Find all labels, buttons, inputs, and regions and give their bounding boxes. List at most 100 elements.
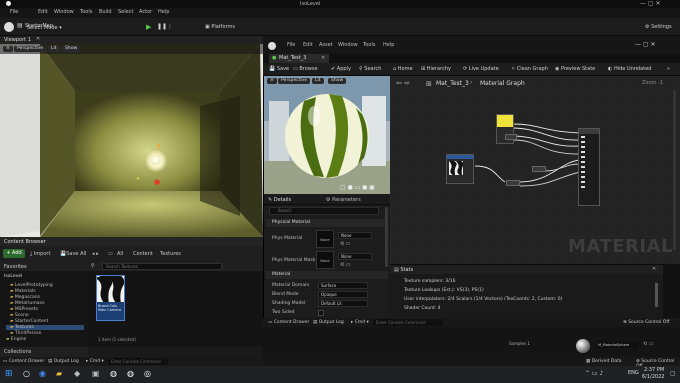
transform-gizmo-up-icon[interactable]: ↑ [155,143,162,152]
material-domain-dropdown[interactable]: Surface [318,282,368,289]
viewport-menu-button[interactable]: ≡ [3,46,13,52]
tree-item-startercontent[interactable]: ▰ StarterContent [10,319,48,324]
mat-search-button[interactable]: ⚲ Search [359,66,381,72]
play-options-icon[interactable]: ⋮ [167,23,173,30]
clock-date[interactable]: 6/1/2022 [642,374,664,380]
graph-scrollbar[interactable] [673,90,676,250]
menu-help[interactable]: Help [158,9,169,15]
material-section[interactable]: Material [266,271,388,279]
phys-material-actions-icons[interactable]: ⟲ ▭ [340,241,351,247]
sample-actions-icons[interactable]: ⟲ ▭ [643,341,654,347]
material-preview-viewport[interactable]: ≡ Perspective Lit Show ▢ ● ▭ ◼ ▣ [264,76,390,194]
mat-menu-window[interactable]: Window [338,42,358,48]
import-button[interactable]: ⤓ Import [30,251,50,257]
play-icon[interactable]: ▶ [146,23,151,31]
menu-build[interactable]: Build [99,9,112,15]
tree-item-mspresets[interactable]: ▰ MSPresets [10,307,38,312]
derived-data-button[interactable]: ▦ Derived Data [586,359,622,364]
mat-home-button[interactable]: ⌂ Home [393,66,413,72]
stats-tab[interactable]: ▤ Stats [394,267,413,273]
shading-model-dropdown[interactable]: Default Lit [318,300,368,307]
console-input[interactable]: Enter Console Command [108,358,168,365]
platforms-button[interactable]: ▣ Platforms [205,24,235,30]
viewport-close-icon[interactable]: ✕ [36,36,40,42]
unreal-home-icon[interactable] [4,22,14,32]
file-explorer-icon[interactable]: ▰ [56,369,62,378]
mat-hide-unrelated-button[interactable]: ◐ Hide Unrelated [608,66,651,72]
clock-time[interactable]: 2:37 PM [644,367,664,373]
perspective-button[interactable]: Perspective [14,46,47,52]
chrome-icon[interactable]: ◉ [39,369,46,378]
unreal-taskbar-icon[interactable]: ◍ [110,369,117,378]
mat-menu-edit[interactable]: Edit [303,42,313,48]
details-search-input[interactable]: Search [269,207,379,215]
mat-clean-graph-button[interactable]: ✧ Clean Graph [511,66,548,72]
mat-menu-asset[interactable]: Asset [319,42,333,48]
tree-item-materials[interactable]: ▰ Materials [10,289,36,294]
terminal-icon[interactable]: ▣ [92,369,100,378]
phys-material-dropdown[interactable]: None [338,232,372,239]
add-button[interactable]: + Add [3,249,25,258]
mat-apply-button[interactable]: ✔ Apply [331,66,351,72]
material-result-node[interactable] [578,128,600,206]
viewport-tab[interactable]: Viewport 1 [4,37,31,43]
mat-content-drawer-button[interactable]: ▭ Content Drawer [268,320,309,325]
details-tab[interactable]: ✎ Details [268,197,291,203]
preview-perspective-button[interactable]: Perspective [278,78,311,84]
phys-material-mask-actions-icons[interactable]: ⟲ ▭ [340,262,351,268]
mat-cmd-button[interactable]: ▸ Cmd ▾ [351,320,369,325]
asset-tile[interactable]: Brand Cols Ntex Camera [95,274,125,321]
tab-close-icon[interactable]: ✕ [321,55,325,61]
unreal-taskbar-icon-2[interactable]: ◍ [127,369,134,378]
graph-nav-icons[interactable]: ⇦ ⇨ [396,79,410,87]
pause-icon[interactable]: ❚❚ [157,23,167,30]
output-log-button[interactable]: ▤ Output Log [48,359,79,364]
start-icon[interactable]: ⊞ [5,369,13,379]
level-viewport[interactable]: ↑ ◂ ● [0,36,263,237]
phys-material-mask-thumbnail[interactable]: None [316,251,334,269]
tree-item-engine[interactable]: ▰ Engine [6,337,26,342]
mat-output-log-button[interactable]: ▤ Output Log [313,320,344,325]
show-button[interactable]: Show [62,46,81,52]
mat-console-input[interactable]: Enter Console Command [373,319,443,326]
tree-item-metahumans[interactable]: ▰ MetaHumans [10,301,45,306]
transform-gizmo-y-icon[interactable]: ● [154,178,160,186]
preview-shape-icons[interactable]: ▢ ● ▭ ◼ ▣ [340,184,375,191]
mat-menu-tools[interactable]: Tools [363,42,375,48]
nav-back-icon[interactable]: ◂ ▸ [92,251,99,257]
tab-mat-test[interactable]: ● Mat_Test_3 ✕ [269,54,329,63]
sphere-actor[interactable] [150,154,161,165]
mat-window-controls[interactable]: — ▢ ✕ [635,41,656,48]
app-icon[interactable]: ◆ [74,369,80,378]
mat-preview-state-button[interactable]: ◉ Preview State [555,66,595,72]
tray-icons[interactable]: ⌃ ▭ ♪ [585,370,603,377]
content-drawer-button[interactable]: ▭ Content Drawer [3,359,44,364]
tree-item-megascans[interactable]: ▰ Megascans [10,295,40,300]
save-all-button[interactable]: 💾Save All [60,251,86,257]
parameters-tab[interactable]: ⚙ Parameters [326,197,361,203]
preview-show-button[interactable]: Show [328,78,347,84]
menu-window[interactable]: Window [54,9,74,15]
keyboard-lang[interactable]: ENG [628,370,639,376]
details-scrollbar[interactable] [385,207,388,267]
collections-header[interactable]: Collections [0,347,88,357]
material-graph[interactable]: ⇦ ⇨ ⊞ Mat_Test_3 › Material Graph Zoom -… [390,76,680,264]
taskbar-search-icon[interactable]: ○ [23,369,30,378]
mat-source-control-button[interactable]: ⊗ Source Control Off [623,320,669,325]
multiply-node[interactable] [505,134,517,140]
filter-icon[interactable]: ⚲ [91,263,95,269]
select-mode-button[interactable]: Select Mode ▾ [27,25,62,31]
material-sphere-thumbnail[interactable] [576,339,590,353]
preview-lit-button[interactable]: Lit [312,78,324,84]
add-node[interactable] [506,180,520,186]
mat-hierarchy-button[interactable]: ⊞ Hierarchy [421,66,451,72]
menu-select[interactable]: Select [118,9,133,15]
mat-save-button[interactable]: 💾 Save [269,66,289,72]
breadcrumb-content[interactable]: Content [133,251,153,257]
breadcrumb-all[interactable]: All [117,251,123,257]
transform-gizmo-x-icon[interactable]: ◂ [136,175,139,182]
phys-material-thumbnail[interactable]: None [316,230,334,248]
obs-icon[interactable]: ◎ [144,369,151,378]
mat-browse-button[interactable]: ▭ Browse [293,66,318,72]
breadcrumb-textures[interactable]: Textures [160,251,181,257]
